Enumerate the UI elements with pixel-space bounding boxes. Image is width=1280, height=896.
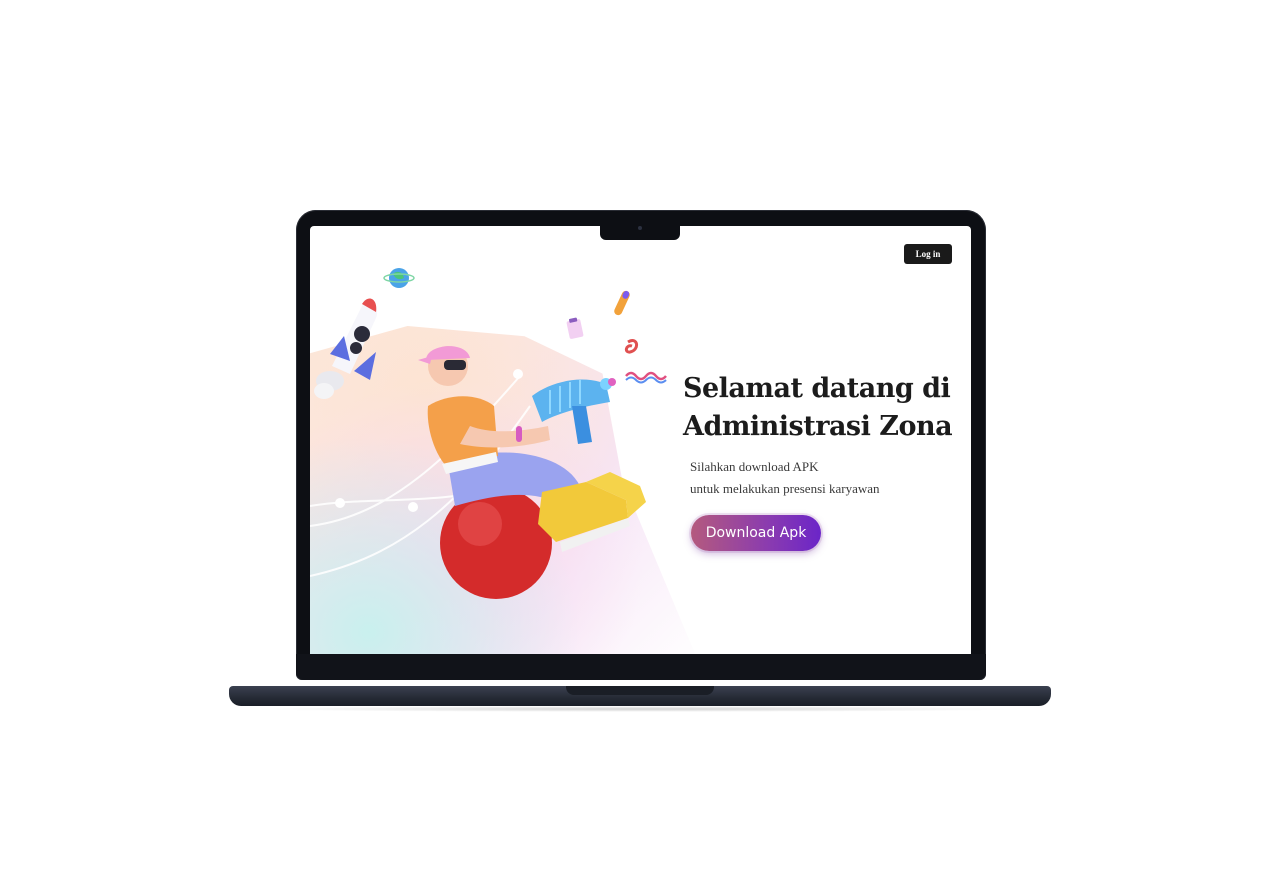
camera-icon bbox=[638, 226, 642, 230]
page-subtitle: Silahkan download APK untuk melakukan pr… bbox=[690, 456, 950, 500]
laptop-screen: Log in Selamat datang di Administrasi Zo… bbox=[310, 226, 971, 654]
hero-illustration bbox=[310, 268, 667, 599]
globe-icon bbox=[383, 268, 415, 288]
page-title-line2: Administrasi Zona bbox=[683, 411, 953, 442]
laptop-chin bbox=[296, 654, 986, 680]
login-button[interactable]: Log in bbox=[904, 244, 952, 264]
mockup-stage: Log in Selamat datang di Administrasi Zo… bbox=[0, 0, 1280, 896]
download-apk-button[interactable]: Download Apk bbox=[691, 515, 821, 551]
clipboard-icon bbox=[566, 317, 584, 339]
wave-node bbox=[408, 502, 418, 512]
page-subtitle-line1: Silahkan download APK bbox=[690, 459, 819, 474]
page-title-line1: Selamat datang di bbox=[683, 373, 951, 404]
wave-node bbox=[513, 369, 523, 379]
character-figure bbox=[418, 346, 646, 599]
pencil-icon bbox=[614, 290, 630, 316]
page-subtitle-line2: untuk melakukan presensi karyawan bbox=[690, 481, 880, 496]
rocket-icon bbox=[314, 298, 378, 399]
laptop-base-notch bbox=[566, 686, 714, 695]
page-title: Selamat datang di Administrasi Zona bbox=[683, 370, 963, 446]
laptop-shadow bbox=[250, 706, 1030, 712]
wave-node bbox=[335, 498, 345, 508]
swirl-icon bbox=[624, 339, 638, 354]
